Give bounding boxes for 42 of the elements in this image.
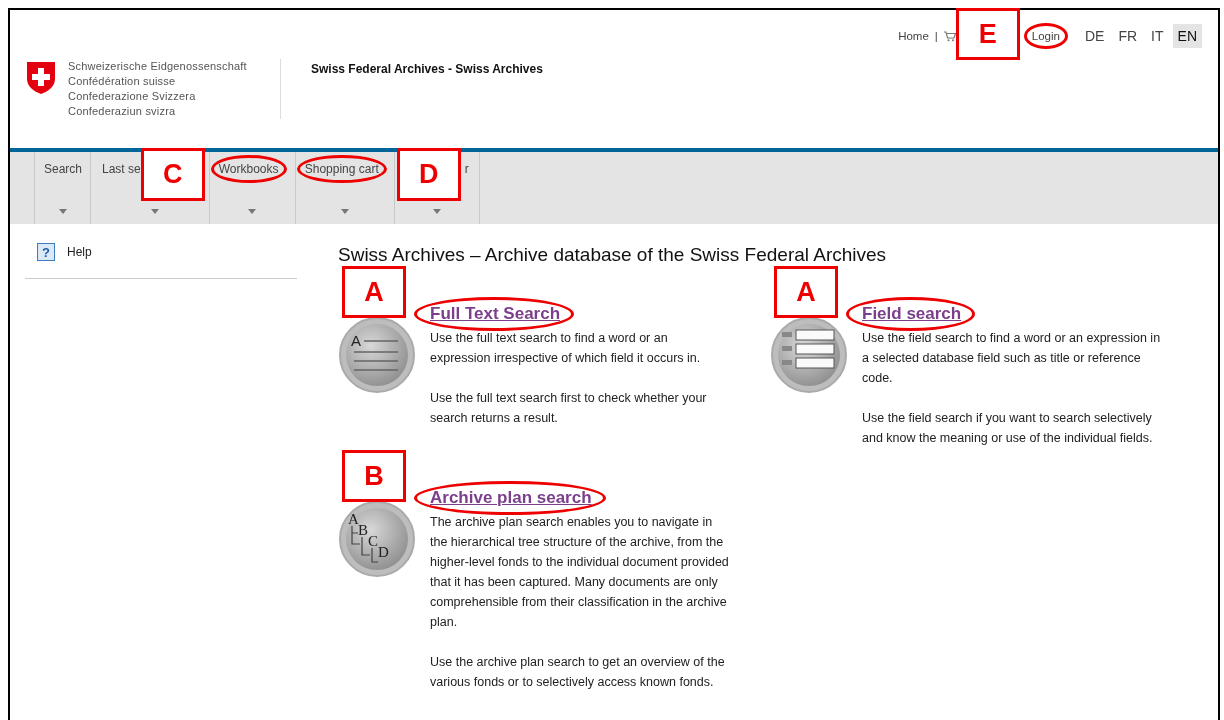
description-text: Use the full text search to find a word or an expression irrespective of which field it occurs in. — [430, 330, 702, 367]
caret-icon — [248, 209, 257, 214]
description-text: The archive plan search enables you to navigate in the hierarchical tree structure of the archive, from the higher-level fonds to the individual document provided that it has been captured. Many documents are only comprehensible from their classification in the archive plan. — [430, 514, 730, 631]
nav-tab[interactable]: Workbooks — [209, 152, 296, 224]
link-separator: | — [934, 30, 938, 42]
description-text: Use the field search to find a word or an expression in a selected database field such as title or reference code. — [862, 330, 1162, 387]
language-link[interactable]: IT — [1146, 24, 1169, 48]
callout-label: C — [140, 148, 205, 201]
help-link[interactable]: ? Help — [25, 224, 297, 279]
callout-label: D — [396, 148, 461, 201]
caret-icon — [58, 209, 67, 214]
fulltext-search-link[interactable]: Full Text Search — [430, 304, 561, 323]
nav-tab[interactable]: r — [462, 152, 480, 224]
form-fields-icon[interactable] — [770, 316, 848, 394]
nav-tab[interactable]: Last se — [91, 152, 141, 224]
site-title: Swiss Federal Archives - Swiss Archives — [311, 62, 543, 76]
help-icon: ? — [37, 243, 55, 261]
home-link[interactable]: Home — [898, 30, 929, 42]
language-link[interactable]: EN — [1172, 24, 1202, 48]
language-link[interactable]: FR — [1113, 24, 1143, 48]
text-lines-icon[interactable]: A — [338, 316, 416, 394]
caret-icon — [432, 209, 441, 214]
language-link[interactable]: DE — [1079, 24, 1110, 48]
callout-label: A — [342, 266, 406, 318]
nav-tab[interactable]: Shopping cart — [295, 152, 395, 224]
page-heading: Swiss Archives – Archive database of the Swiss Federal Archives — [338, 244, 888, 266]
plan-search-link[interactable]: Archive plan search — [430, 488, 592, 507]
swiss-shield-icon — [26, 61, 56, 95]
nav-tab[interactable]: Search — [35, 152, 91, 224]
callout-label: A — [774, 266, 838, 318]
tree-icon[interactable]: A B C D — [338, 500, 416, 578]
field-search-link[interactable]: Field search — [862, 304, 962, 323]
caret-icon — [150, 209, 159, 214]
login-link[interactable]: Login — [1031, 30, 1060, 42]
confederation-name: Schweizerische Eidgenossenschaft Confédération suisse Confederazione Svizzera Confederaziun svizra — [68, 59, 248, 119]
description-text: Use the field search if you want to search selectively and know the meaning or use of the individual fields. — [862, 410, 1154, 447]
callout-label: B — [342, 450, 406, 502]
callout-label: E — [955, 8, 1020, 60]
caret-icon — [340, 209, 349, 214]
cart-icon[interactable] — [943, 30, 956, 42]
description-text: Use the full text search first to check whether your search returns a result. — [430, 390, 708, 427]
description-text: Use the archive plan search to get an overview of the various fonds or to selectively access known fonds. — [430, 654, 726, 691]
